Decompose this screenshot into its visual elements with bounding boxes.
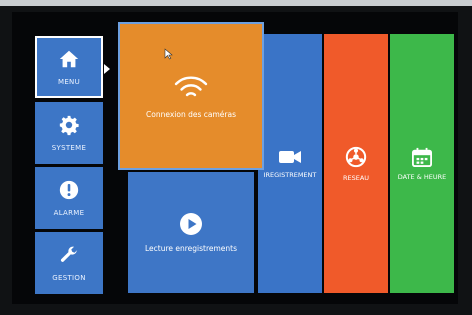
tile-label: IREGISTREMENT xyxy=(263,170,317,179)
video-camera-icon xyxy=(279,150,301,163)
tile-label: RESEAU xyxy=(342,173,370,182)
wifi-icon xyxy=(174,76,208,96)
sidebar-item-alarme[interactable]: ALARME xyxy=(35,167,103,229)
gear-icon xyxy=(59,115,79,136)
alert-icon xyxy=(59,180,79,200)
play-icon xyxy=(180,213,202,235)
tile-label: Connexion des caméras xyxy=(146,109,236,119)
sidebar-item-label: GESTION xyxy=(52,274,86,282)
tile-label: DATE & HEURE xyxy=(397,172,447,181)
tile-label: Lecture enregistrements xyxy=(144,244,238,253)
tile-recording[interactable]: IREGISTREMENT xyxy=(258,34,322,293)
wrench-icon xyxy=(60,246,78,262)
sidebar-item-label: SYSTEME xyxy=(51,144,87,152)
home-icon xyxy=(59,50,79,68)
mouse-cursor-icon xyxy=(164,48,173,60)
sidebar-item-systeme[interactable]: SYSTEME xyxy=(35,102,103,164)
sidebar-item-label: ALARME xyxy=(53,209,85,217)
tile-playback[interactable]: Lecture enregistrements xyxy=(128,172,254,293)
selection-arrow-icon xyxy=(104,64,110,74)
network-icon xyxy=(345,146,367,167)
sidebar-item-menu[interactable]: MENU xyxy=(35,36,103,98)
tile-datetime[interactable]: DATE & HEURE xyxy=(390,34,454,293)
tile-camera-connection[interactable]: Connexion des caméras xyxy=(118,22,264,170)
sidebar-item-gestion[interactable]: GESTION xyxy=(35,232,103,294)
sidebar-item-label: MENU xyxy=(57,78,81,86)
tile-network[interactable]: RESEAU xyxy=(324,34,388,293)
calendar-icon xyxy=(412,147,432,167)
